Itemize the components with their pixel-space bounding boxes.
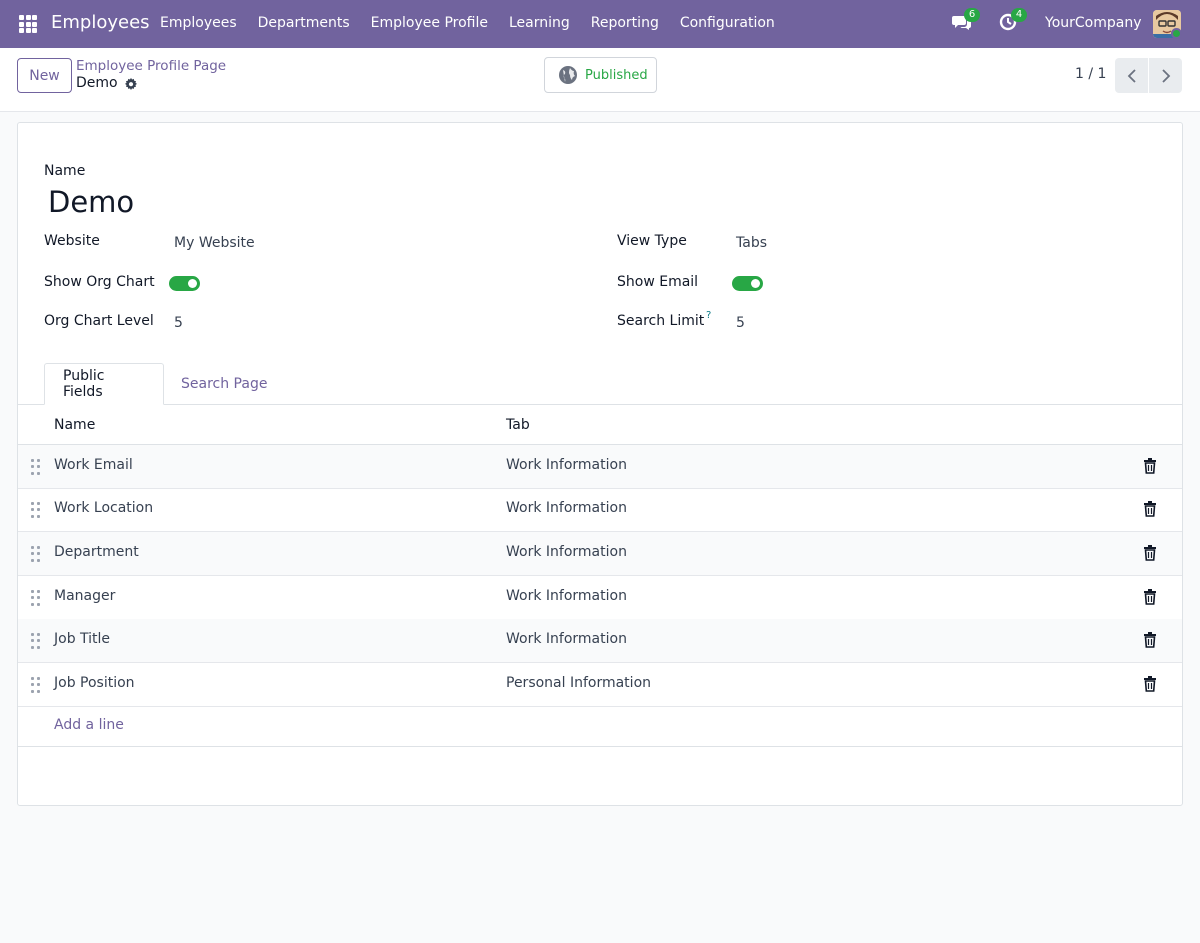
- name-field[interactable]: Demo: [48, 185, 134, 219]
- add-line-row: Add a line: [18, 706, 1182, 747]
- trash-icon[interactable]: [1143, 632, 1157, 648]
- trash-icon[interactable]: [1143, 589, 1157, 605]
- apps-menu-icon[interactable]: [19, 15, 37, 33]
- gear-icon[interactable]: [124, 77, 138, 91]
- row-tab: Work Information: [506, 500, 627, 516]
- menu-item-configuration[interactable]: Configuration: [680, 15, 775, 31]
- trash-icon[interactable]: [1143, 545, 1157, 561]
- published-label: Published: [585, 67, 648, 83]
- show-email-label: Show Email: [617, 274, 699, 290]
- new-button[interactable]: New: [17, 58, 72, 93]
- website-field[interactable]: My Website: [174, 235, 255, 251]
- row-name: Work Email: [54, 457, 133, 473]
- org-chart-level-label: Org Chart Level: [44, 313, 154, 329]
- row-tab: Work Information: [506, 588, 627, 604]
- show-org-chart-toggle[interactable]: [169, 276, 200, 291]
- online-status-dot: [1171, 28, 1182, 39]
- search-limit-label: Search Limit: [617, 313, 705, 329]
- top-navbar: Employees Employees Departments Employee…: [0, 0, 1200, 48]
- pager-previous-button[interactable]: [1115, 58, 1148, 93]
- chevron-right-icon: [1161, 68, 1170, 83]
- menu-item-employee-profile[interactable]: Employee Profile: [371, 15, 488, 31]
- main-menu: Employees Departments Employee Profile L…: [160, 15, 796, 31]
- row-tab: Work Information: [506, 631, 627, 647]
- row-name: Job Position: [54, 675, 135, 691]
- org-chart-level-field[interactable]: 5: [174, 315, 183, 331]
- column-header-tab[interactable]: Tab: [506, 417, 530, 433]
- trash-icon[interactable]: [1143, 501, 1157, 517]
- drag-handle-icon[interactable]: [31, 677, 41, 693]
- row-tab: Personal Information: [506, 675, 652, 691]
- menu-item-employees[interactable]: Employees: [160, 15, 237, 31]
- messages-button[interactable]: 6: [952, 8, 980, 35]
- website-label: Website: [44, 233, 100, 249]
- row-name: Manager: [54, 588, 116, 604]
- trash-icon[interactable]: [1143, 676, 1157, 692]
- row-tab: Work Information: [506, 544, 627, 560]
- table-row[interactable]: Department Work Information: [18, 532, 1182, 576]
- menu-item-reporting[interactable]: Reporting: [591, 15, 659, 31]
- column-header-name[interactable]: Name: [54, 417, 95, 433]
- pager-value[interactable]: 1 / 1: [1075, 66, 1106, 82]
- drag-handle-icon[interactable]: [31, 590, 41, 606]
- published-button[interactable]: Published: [544, 57, 657, 93]
- search-limit-field[interactable]: 5: [736, 315, 745, 331]
- form-sheet: Name Demo Website My Website View Type T…: [17, 122, 1183, 806]
- add-line-link[interactable]: Add a line: [54, 717, 124, 733]
- menu-item-learning[interactable]: Learning: [509, 15, 570, 31]
- drag-handle-icon[interactable]: [31, 546, 41, 562]
- view-type-label: View Type: [617, 233, 687, 249]
- show-org-chart-label: Show Org Chart: [44, 274, 155, 290]
- table-row[interactable]: Job Position Personal Information: [18, 663, 1182, 707]
- tab-public-fields[interactable]: Public Fields: [44, 363, 164, 405]
- row-name: Job Title: [54, 631, 111, 647]
- table-row[interactable]: Manager Work Information: [18, 576, 1182, 620]
- view-type-field[interactable]: Tabs: [736, 235, 767, 251]
- tab-search-page[interactable]: Search Page: [163, 363, 285, 405]
- breadcrumb-parent[interactable]: Employee Profile Page: [76, 58, 226, 74]
- table-row[interactable]: Work Location Work Information: [18, 488, 1182, 532]
- show-email-toggle[interactable]: [732, 276, 763, 291]
- app-brand[interactable]: Employees: [51, 12, 150, 33]
- company-switcher[interactable]: YourCompany: [1045, 15, 1142, 31]
- messages-count-badge: 6: [964, 8, 980, 22]
- name-label: Name: [44, 163, 86, 179]
- activities-count-badge: 4: [1011, 8, 1027, 22]
- row-name: Work Location: [54, 500, 154, 516]
- table-row[interactable]: Job Title Work Information: [18, 619, 1182, 663]
- row-name: Department: [54, 544, 139, 560]
- row-tab: Work Information: [506, 457, 627, 473]
- trash-icon[interactable]: [1143, 458, 1157, 474]
- chevron-left-icon: [1127, 68, 1136, 83]
- table-row[interactable]: Work Email Work Information: [18, 445, 1182, 489]
- drag-handle-icon[interactable]: [31, 502, 41, 518]
- pager-next-button[interactable]: [1149, 58, 1182, 93]
- activities-button[interactable]: 4: [999, 8, 1027, 35]
- drag-handle-icon[interactable]: [31, 459, 41, 475]
- menu-item-departments[interactable]: Departments: [258, 15, 350, 31]
- globe-icon: [559, 66, 577, 84]
- drag-handle-icon[interactable]: [31, 633, 41, 649]
- table-header: Name Tab: [18, 405, 1182, 445]
- control-panel: New Employee Profile Page Demo Published…: [0, 48, 1200, 112]
- breadcrumb-current: Demo: [76, 75, 118, 91]
- search-limit-help-icon[interactable]: ?: [706, 310, 711, 321]
